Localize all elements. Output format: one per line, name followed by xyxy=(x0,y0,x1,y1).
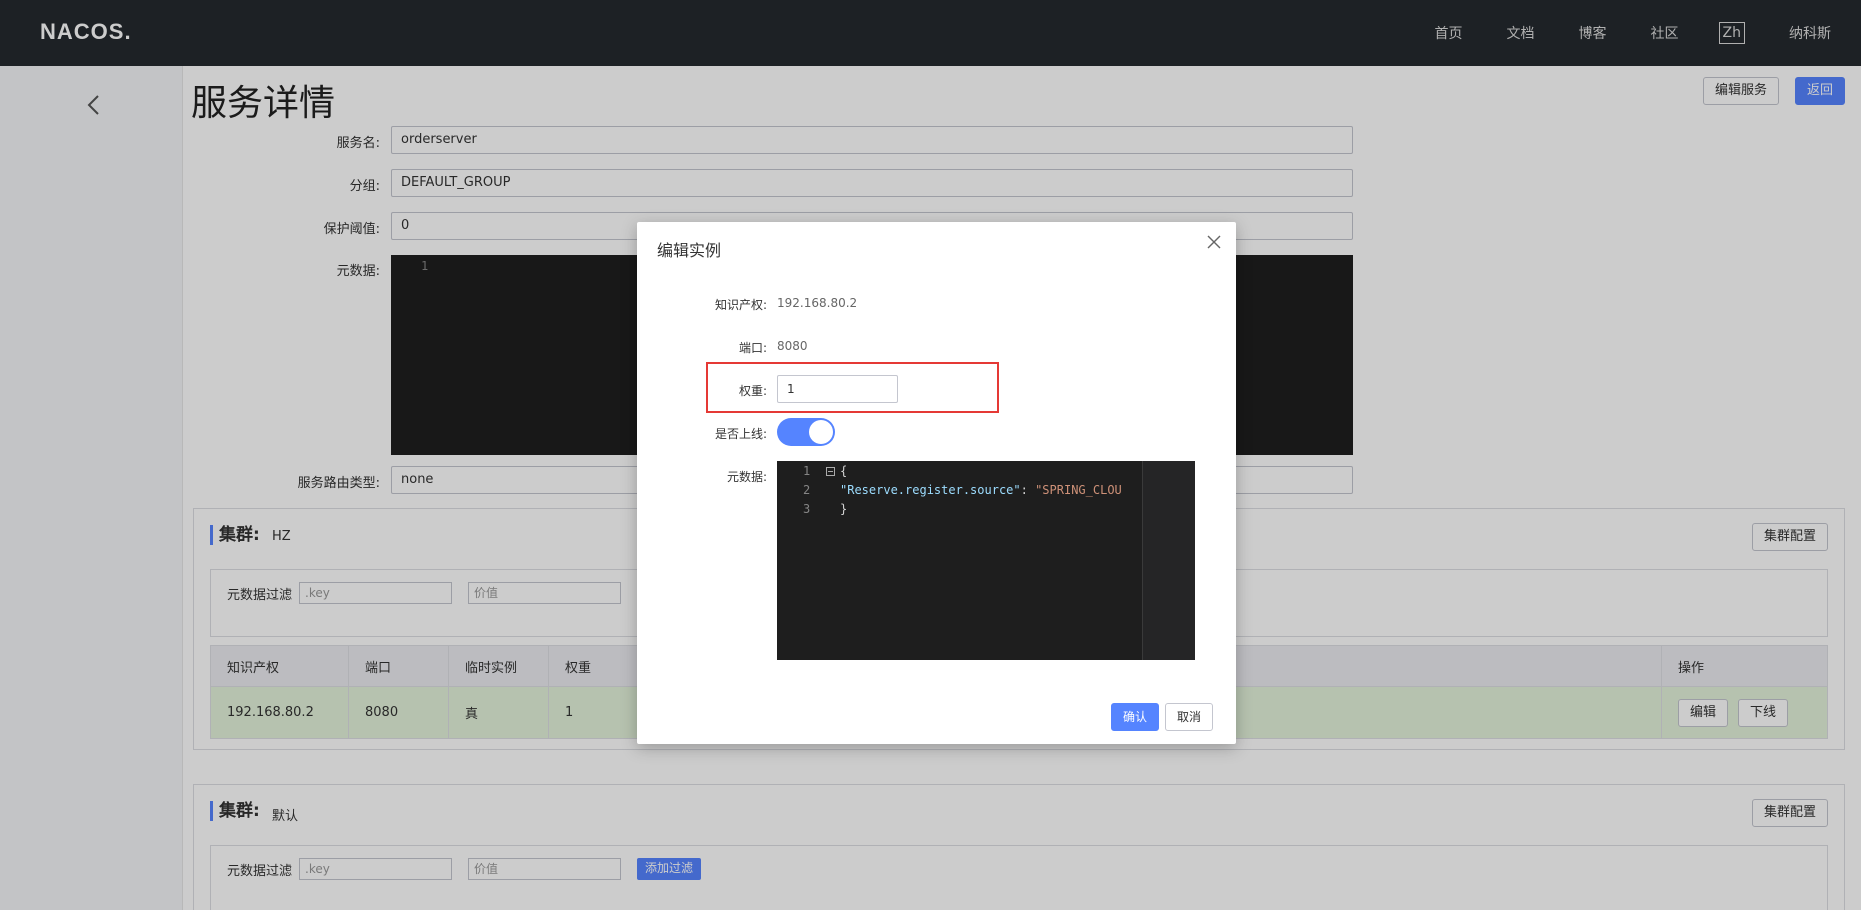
metadata-value: "SPRING_CLOU xyxy=(1035,483,1122,497)
line-number: 3 xyxy=(803,502,811,516)
fold-icon[interactable] xyxy=(826,467,835,476)
ip-value: 192.168.80.2 xyxy=(777,296,858,310)
toggle-knob xyxy=(809,420,833,444)
line-number: 2 xyxy=(803,483,811,497)
metadata-editor[interactable]: 1 2 3 { "Reserve.register.source": "SPRI… xyxy=(777,461,1195,660)
weight-input[interactable]: 1 xyxy=(777,375,898,403)
metadata-key: "Reserve.register.source" xyxy=(840,483,1021,497)
port-label: 端口: xyxy=(738,341,767,355)
code-line-2: "Reserve.register.source": "SPRING_CLOU xyxy=(840,483,1122,497)
cancel-button[interactable]: 取消 xyxy=(1165,703,1214,731)
code-line-1: { xyxy=(840,464,848,478)
port-value: 8080 xyxy=(777,339,808,353)
editor-minimap[interactable] xyxy=(1142,461,1195,660)
line-number: 1 xyxy=(803,464,811,478)
close-icon[interactable] xyxy=(1206,234,1222,250)
online-label: 是否上线: xyxy=(714,427,767,441)
edit-instance-dialog: 编辑实例 知识产权: 192.168.80.2 端口: 8080 权重: 1 是… xyxy=(637,222,1236,744)
confirm-button[interactable]: 确认 xyxy=(1111,703,1160,731)
metadata-label: 元数据: xyxy=(726,470,767,484)
metadata-separator: : xyxy=(1020,483,1036,497)
code-line-3: } xyxy=(840,502,848,516)
online-toggle[interactable] xyxy=(777,418,835,446)
ip-label: 知识产权: xyxy=(714,298,767,312)
dialog-title: 编辑实例 xyxy=(657,241,722,260)
weight-label: 权重: xyxy=(738,384,767,398)
